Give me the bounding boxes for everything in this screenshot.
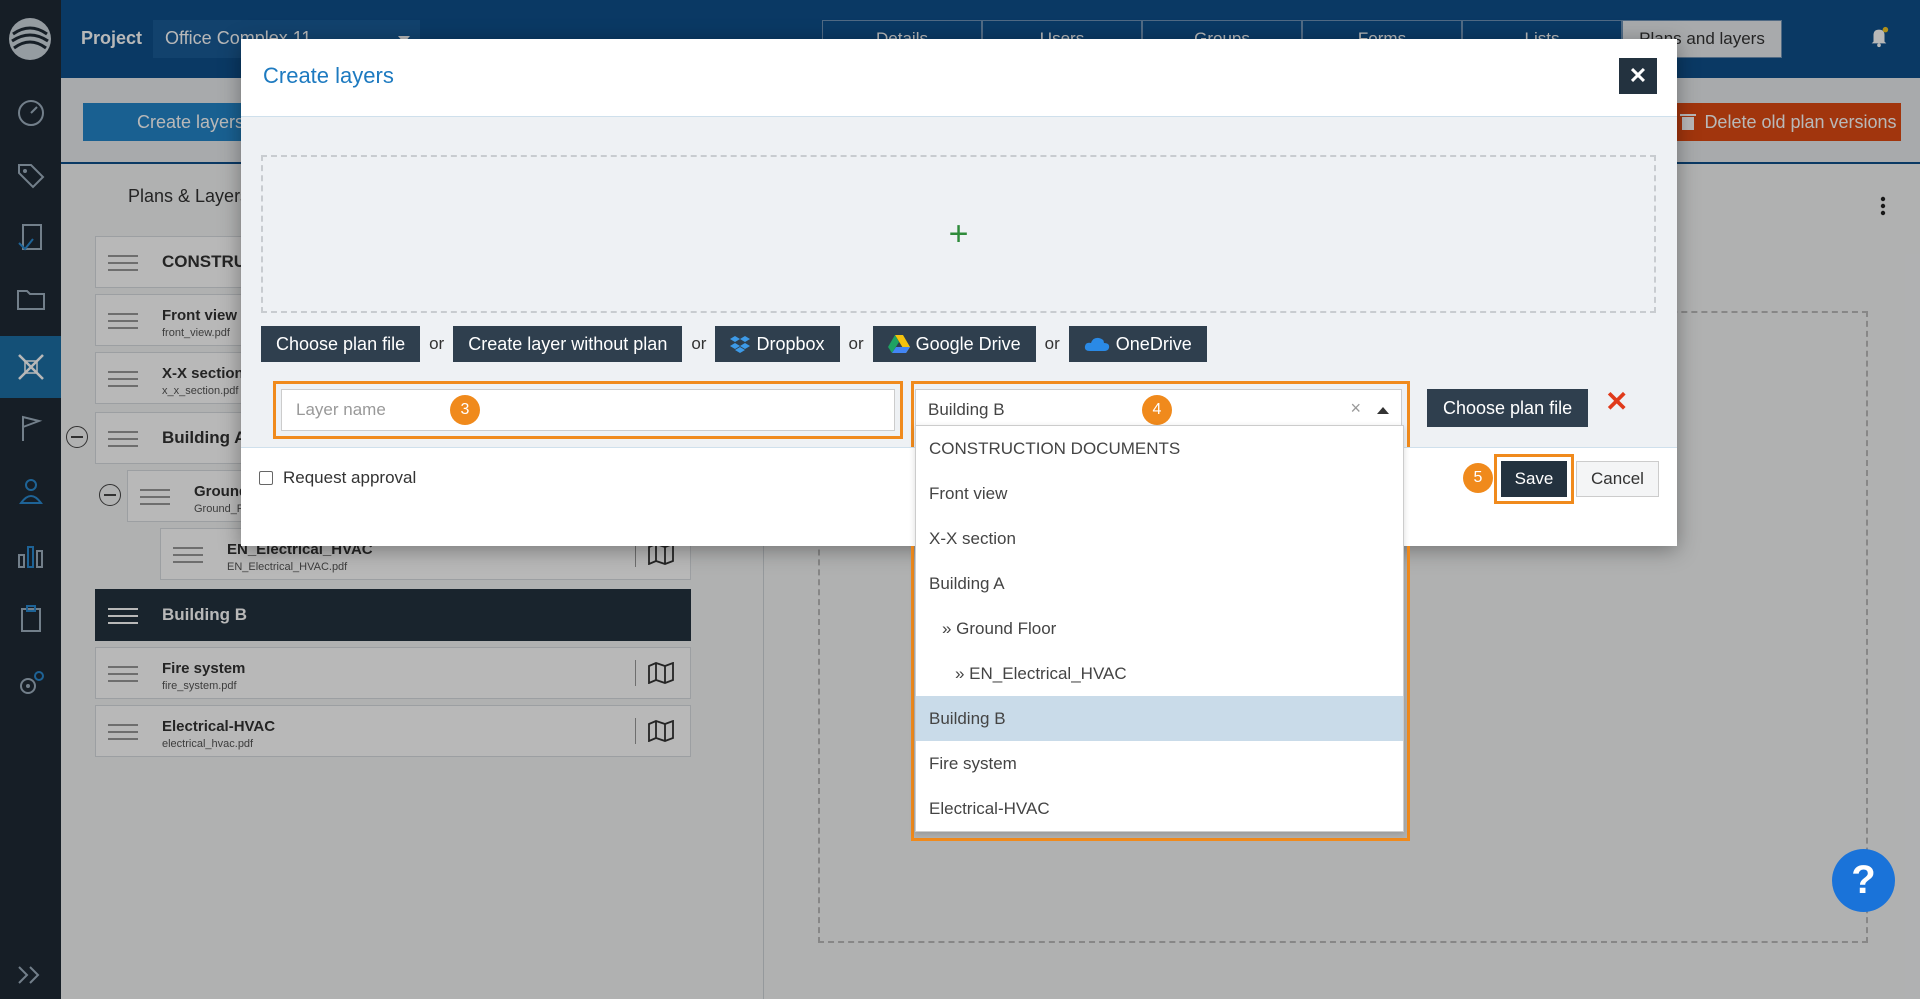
onedrive-label: OneDrive	[1115, 333, 1192, 354]
or-separator: or	[429, 334, 445, 353]
step-badge: 4	[1142, 395, 1172, 425]
layer-name-input[interactable]	[281, 389, 895, 431]
source-options: Choose plan file or Create layer without…	[261, 326, 1207, 362]
dropbox-button[interactable]: Dropbox	[715, 326, 840, 362]
request-approval-checkbox[interactable]	[259, 471, 273, 485]
dropdown-option[interactable]: Fire system	[916, 741, 1403, 786]
create-layer-without-plan-button[interactable]: Create layer without plan	[453, 326, 683, 362]
cancel-button[interactable]: Cancel	[1576, 461, 1659, 497]
close-icon[interactable]: ✕	[1619, 58, 1657, 94]
onedrive-icon	[1084, 337, 1109, 351]
dropdown-option[interactable]: » EN_Electrical_HVAC	[916, 651, 1403, 696]
save-button[interactable]: Save	[1501, 461, 1567, 497]
remove-icon[interactable]: ✕	[1605, 385, 1628, 418]
modal-header: Create layers ✕	[241, 39, 1677, 117]
onedrive-button[interactable]: OneDrive	[1068, 326, 1207, 362]
dropdown-option[interactable]: Front view	[916, 471, 1403, 516]
or-separator: or	[1044, 334, 1060, 353]
google-drive-button[interactable]: Google Drive	[872, 326, 1036, 362]
dropdown-option[interactable]: CONSTRUCTION DOCUMENTS	[916, 426, 1403, 471]
chevron-up-icon[interactable]	[1377, 407, 1389, 414]
add-icon: +	[948, 214, 969, 253]
choose-plan-file-button[interactable]: Choose plan file	[261, 326, 421, 362]
or-separator: or	[848, 334, 864, 353]
dropdown-option[interactable]: Electrical-HVAC	[916, 786, 1403, 831]
dropdown-option-selected[interactable]: Building B	[916, 696, 1403, 741]
parent-layer-dropdown: CONSTRUCTION DOCUMENTS Front view X-X se…	[915, 425, 1404, 832]
upload-drop-zone[interactable]: +	[261, 155, 1656, 313]
dropdown-option[interactable]: X-X section	[916, 516, 1403, 561]
help-icon[interactable]: ?	[1832, 849, 1895, 912]
clear-icon[interactable]: ×	[1350, 398, 1361, 419]
dropbox-label: Dropbox	[756, 333, 825, 354]
request-approval[interactable]: Request approval	[259, 468, 416, 488]
modal-title: Create layers	[263, 63, 394, 88]
parent-layer-value: Building B	[928, 400, 1005, 419]
request-approval-label: Request approval	[283, 468, 417, 487]
dropbox-icon	[730, 336, 751, 353]
google-drive-icon	[887, 335, 910, 353]
step-badge: 5	[1463, 463, 1493, 493]
dropdown-option[interactable]: » Ground Floor	[916, 606, 1403, 651]
google-drive-label: Google Drive	[915, 333, 1021, 354]
or-separator: or	[691, 334, 707, 353]
choose-plan-file-row-button[interactable]: Choose plan file	[1427, 389, 1589, 427]
step-badge: 3	[450, 395, 480, 425]
dropdown-option[interactable]: Building A	[916, 561, 1403, 606]
